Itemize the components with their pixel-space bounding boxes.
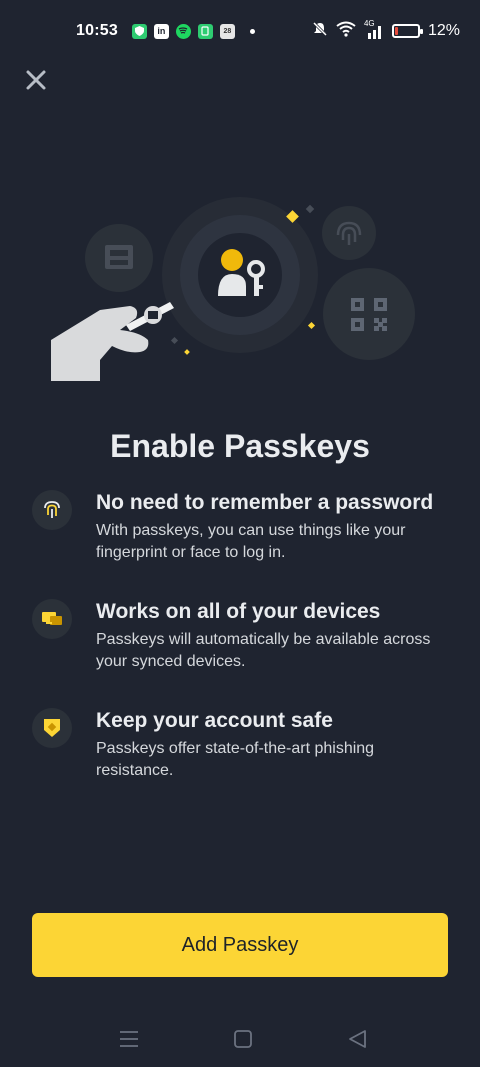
feature-heading: No need to remember a password: [96, 491, 434, 514]
add-passkey-button[interactable]: Add Passkey: [32, 913, 448, 977]
shield-app-icon: [131, 23, 147, 39]
green-app-icon: [197, 23, 213, 39]
page-title: Enable Passkeys: [110, 428, 370, 464]
wifi-icon: [336, 21, 356, 42]
status-bar: 10:53 in 28 4G 12%: [0, 0, 480, 62]
battery-icon: [391, 24, 423, 38]
feature-item-no-password: No need to remember a password With pass…: [32, 490, 452, 564]
feature-item-account-safe: Keep your account safe Passkeys offer st…: [32, 708, 452, 782]
battery-percent: 12%: [427, 22, 460, 39]
shield-icon: [32, 708, 72, 748]
feature-heading: Keep your account safe: [96, 709, 333, 732]
menu-button[interactable]: [117, 1028, 141, 1050]
system-nav-bar: [0, 1018, 480, 1058]
home-icon: [234, 1030, 252, 1048]
status-right: 4G 12%: [312, 19, 460, 42]
feature-text: Works on all of your devices Passkeys wi…: [96, 599, 452, 673]
network-type-label: 4G: [363, 19, 375, 28]
passkey-illustration: [51, 197, 415, 381]
mute-icon: [312, 21, 328, 42]
notification-icons: in 28: [131, 23, 255, 39]
close-icon: [26, 70, 46, 90]
fingerprint-icon: [32, 490, 72, 530]
feature-description: Passkeys will automatically be available…: [96, 631, 431, 670]
close-button[interactable]: [20, 64, 52, 96]
battery-fill: [394, 27, 398, 35]
qr-code-circle: [323, 268, 415, 360]
menu-icon: [120, 1031, 138, 1047]
back-icon: [349, 1030, 366, 1048]
linkedin-icon: in: [153, 23, 169, 39]
home-button[interactable]: [231, 1028, 255, 1050]
spotify-icon: [175, 23, 191, 39]
hand-with-key: [51, 302, 174, 381]
more-notifications-dot: [249, 28, 255, 34]
feature-text: No need to remember a password With pass…: [96, 490, 452, 564]
fingerprint-circle: [322, 206, 376, 260]
feature-text: Keep your account safe Passkeys offer st…: [96, 708, 452, 782]
feature-heading: Works on all of your devices: [96, 600, 381, 623]
status-time: 10:53: [76, 22, 118, 39]
devices-icon: [32, 599, 72, 639]
back-button[interactable]: [346, 1028, 370, 1050]
feature-description: With passkeys, you can use things like y…: [96, 522, 406, 561]
feature-item-devices: Works on all of your devices Passkeys wi…: [32, 599, 452, 673]
calendar-icon: 28: [219, 23, 235, 39]
badge-circle-left: [85, 224, 153, 292]
signal-icon: 4G: [364, 19, 384, 39]
feature-description: Passkeys offer state-of-the-art phishing…: [96, 740, 375, 779]
